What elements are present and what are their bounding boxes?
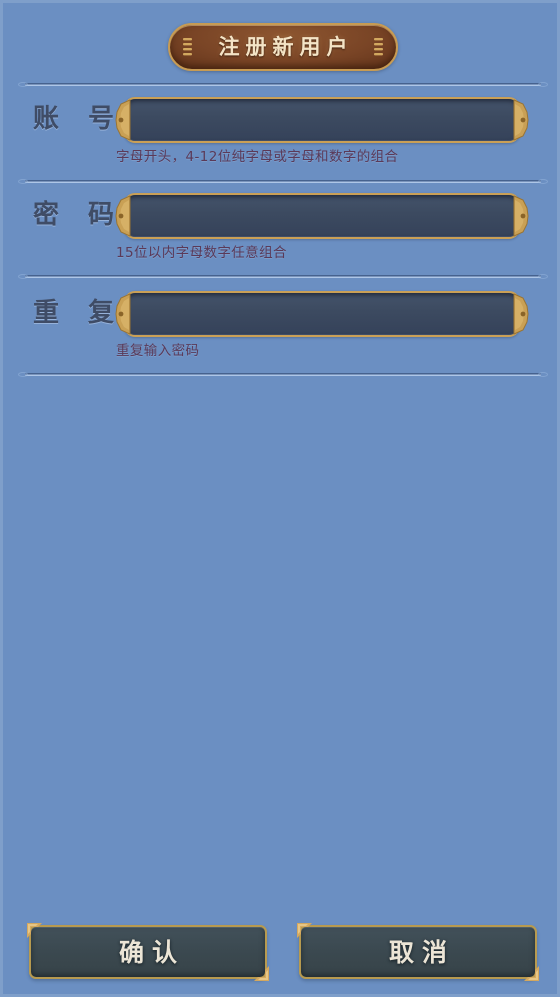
label-password: 密 码 [33, 200, 125, 230]
ornament-left-icon [183, 37, 192, 57]
account-field-frame [124, 97, 520, 143]
title-bar: 注册新用户 [3, 23, 557, 71]
page-title: 注册新用户 [218, 34, 354, 59]
label-account: 账 号 [33, 104, 125, 134]
corner-accent-icon [524, 966, 539, 981]
account-input[interactable] [136, 99, 508, 141]
divider-3 [18, 372, 548, 377]
repeat-password-input[interactable] [136, 293, 508, 335]
divider-top [18, 82, 548, 87]
label-repeat: 重 复 [33, 298, 125, 328]
password-field-wrapper[interactable]: 15位以内字母数字任意组合 [115, 193, 529, 261]
account-field-wrapper[interactable]: 字母开头，4-12位纯字母或字母和数字的组合 [115, 97, 529, 165]
repeat-field-frame [124, 291, 520, 337]
corner-accent-icon [27, 923, 42, 938]
confirm-button[interactable]: 确认 [27, 923, 269, 981]
corner-accent-icon [297, 923, 312, 938]
hint-account: 字母开头，4-12位纯字母或字母和数字的组合 [116, 149, 399, 165]
hint-repeat: 重复输入密码 [116, 343, 200, 359]
repeat-field-wrapper[interactable]: 重复输入密码 [115, 291, 529, 359]
title-pill: 注册新用户 [168, 23, 398, 71]
cancel-button[interactable]: 取消 [297, 923, 539, 981]
divider-2 [18, 274, 548, 279]
hint-password: 15位以内字母数字任意组合 [116, 245, 287, 261]
password-field-frame [124, 193, 520, 239]
corner-accent-icon [254, 966, 269, 981]
cancel-button-label: 取消 [388, 937, 455, 967]
confirm-button-label: 确认 [118, 937, 185, 967]
password-input[interactable] [136, 195, 508, 237]
ornament-right-icon [374, 37, 383, 57]
divider-1 [18, 179, 548, 184]
register-screen: 注册新用户 账 号 字母开头，4-12位纯字母或字母和数字的组合 密 码 15位… [0, 0, 560, 997]
